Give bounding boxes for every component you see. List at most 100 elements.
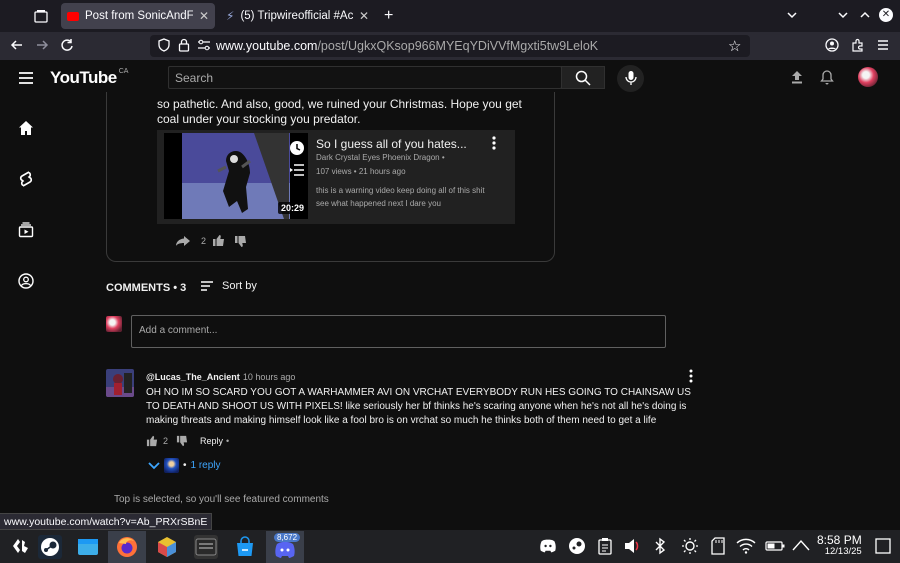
search-button[interactable]: [561, 66, 605, 89]
watch-later-icon[interactable]: [289, 140, 305, 156]
sidebar-shorts[interactable]: [10, 163, 42, 195]
discord-icon: [275, 542, 295, 558]
tray-expand-icon[interactable]: [792, 539, 810, 551]
post-text-line: so pathetic. And also, good, we ruined y…: [157, 97, 522, 111]
tab-close-icon[interactable]: ✕: [199, 9, 209, 23]
replies-count: 1 reply: [190, 460, 221, 471]
list-all-tabs-icon[interactable]: [785, 8, 799, 22]
profile-circle-icon: [18, 273, 34, 289]
add-comment-placeholder: Add a comment...: [139, 325, 218, 336]
sort-by-button[interactable]: Sort by: [200, 280, 257, 292]
sidebar-you[interactable]: [10, 265, 42, 297]
tab-close-icon[interactable]: ✕: [359, 9, 369, 23]
post-like-count: 2: [201, 236, 207, 246]
comment-dislike-icon[interactable]: [176, 435, 188, 447]
share-icon[interactable]: [175, 235, 191, 247]
comment-body: OH NO IM SO SCARD YOU GOT A WARHAMMER AV…: [146, 387, 691, 426]
shorts-icon: [19, 171, 33, 187]
menu-icon[interactable]: [876, 38, 890, 52]
video-title[interactable]: So I guess all of you hates...: [316, 137, 467, 151]
forward-arrow-icon[interactable]: [35, 38, 49, 52]
brightness-icon[interactable]: [681, 537, 699, 555]
file-manager-taskbar-icon[interactable]: [76, 535, 100, 559]
url-domain: www.youtube.com: [216, 39, 318, 53]
video-meta: 107 views • 21 hours ago: [316, 167, 406, 176]
add-to-queue-icon[interactable]: [289, 163, 305, 177]
lock-icon[interactable]: [178, 38, 190, 52]
clipboard-tray-icon[interactable]: [598, 537, 612, 555]
post-dislike-icon[interactable]: [234, 235, 247, 248]
subscriptions-icon: [18, 222, 34, 238]
clock[interactable]: 8:58 PM 12/13/25: [817, 534, 862, 557]
tab-title: (5) Tripwireofficial #Accep: [240, 10, 353, 22]
notifications-bell-icon[interactable]: [820, 70, 834, 85]
window-minimize-icon[interactable]: [836, 8, 850, 22]
video-duration: 20:29: [278, 202, 308, 214]
extensions-icon[interactable]: [851, 38, 865, 52]
sidebar-home[interactable]: [10, 112, 42, 144]
tab-tripwire[interactable]: ⚡ (5) Tripwireofficial #Accep ✕: [220, 3, 375, 29]
url-text[interactable]: www.youtube.com/post/UgkxQKsop966MYEqYDi…: [216, 37, 598, 55]
volume-muted-icon[interactable]: [624, 538, 642, 554]
tab-title: Post from SonicAndFrie: [85, 10, 193, 22]
comment-time[interactable]: 10 hours ago: [243, 372, 296, 382]
bluetooth-icon[interactable]: [653, 537, 667, 555]
post-like-icon[interactable]: [212, 234, 225, 247]
comment-header: @Lucas_The_Ancient 10 hours ago: [146, 372, 295, 382]
youtube-logo-text: YouTube: [50, 68, 117, 87]
comment-more-actions-icon[interactable]: [687, 369, 695, 383]
steam-taskbar-icon[interactable]: [38, 535, 62, 559]
url-path: /post/UgkxQKsop966MYEqYDiVVfMgxti5tw9Lel…: [317, 39, 599, 53]
discord-badge: 8,672: [274, 533, 301, 542]
app-launcher-icon[interactable]: [11, 537, 31, 555]
show-desktop-icon[interactable]: [875, 537, 891, 555]
voice-search-button[interactable]: [617, 65, 644, 92]
microphone-icon: [624, 71, 637, 85]
commenter-avatar[interactable]: [106, 369, 134, 397]
bookmark-star-icon[interactable]: ☆: [728, 37, 741, 55]
guide-menu-icon[interactable]: [18, 71, 34, 85]
user-avatar[interactable]: [858, 67, 878, 87]
battery-icon[interactable]: [765, 541, 785, 551]
permissions-icon[interactable]: [197, 39, 211, 51]
my-avatar: [106, 316, 122, 332]
tracking-shield-icon[interactable]: [157, 38, 171, 52]
store-taskbar-icon[interactable]: [233, 535, 257, 559]
window-maximize-icon[interactable]: [858, 8, 872, 22]
terminal-taskbar-icon[interactable]: [194, 535, 218, 559]
tab-post[interactable]: Post from SonicAndFrie ✕: [61, 3, 215, 29]
youtube-logo[interactable]: YouTube CA: [50, 68, 128, 88]
discord-tray-icon[interactable]: [538, 538, 558, 554]
video-description-line: this is a warning video keep doing all o…: [316, 186, 485, 195]
window-close-icon[interactable]: ✕: [879, 8, 893, 22]
firefox-icon: [117, 537, 137, 557]
region-code: CA: [118, 68, 129, 75]
firefox-taskbar-button[interactable]: [108, 531, 146, 563]
reload-icon[interactable]: [60, 38, 74, 52]
back-arrow-icon[interactable]: [10, 38, 24, 52]
sidebar-subscriptions[interactable]: [10, 214, 42, 246]
link-status-url: www.youtube.com/watch?v=Ab_PRXrSBnE: [0, 513, 213, 530]
video-channel[interactable]: Dark Crystal Eyes Phoenix Dragon •: [316, 153, 445, 162]
wifi-icon[interactable]: [736, 538, 756, 554]
tab-overview-icon[interactable]: [33, 8, 49, 24]
home-icon: [19, 121, 33, 135]
cube-app-taskbar-icon[interactable]: [155, 535, 179, 559]
upload-icon[interactable]: [790, 70, 804, 84]
comments-heading: COMMENTS • 3: [106, 282, 187, 294]
reply-button[interactable]: Reply: [200, 436, 223, 446]
account-icon[interactable]: [825, 38, 839, 52]
add-comment-input[interactable]: Add a comment...: [131, 315, 666, 348]
video-channel-name: Dark Crystal Eyes Phoenix Dragon: [316, 153, 440, 162]
video-more-actions-icon[interactable]: [489, 135, 499, 151]
show-replies-button[interactable]: • 1 reply: [148, 458, 221, 473]
comment-action-bar: 2 Reply •: [146, 435, 229, 447]
comment-like-icon[interactable]: [146, 435, 158, 447]
comment-author[interactable]: @Lucas_The_Ancient: [146, 372, 240, 382]
sd-card-icon[interactable]: [711, 537, 725, 555]
steam-tray-icon[interactable]: [568, 537, 586, 555]
search-input[interactable]: Search: [168, 66, 562, 89]
new-tab-button[interactable]: +: [384, 7, 393, 25]
reply-separator: •: [226, 436, 230, 446]
search-placeholder: Search: [175, 71, 214, 85]
